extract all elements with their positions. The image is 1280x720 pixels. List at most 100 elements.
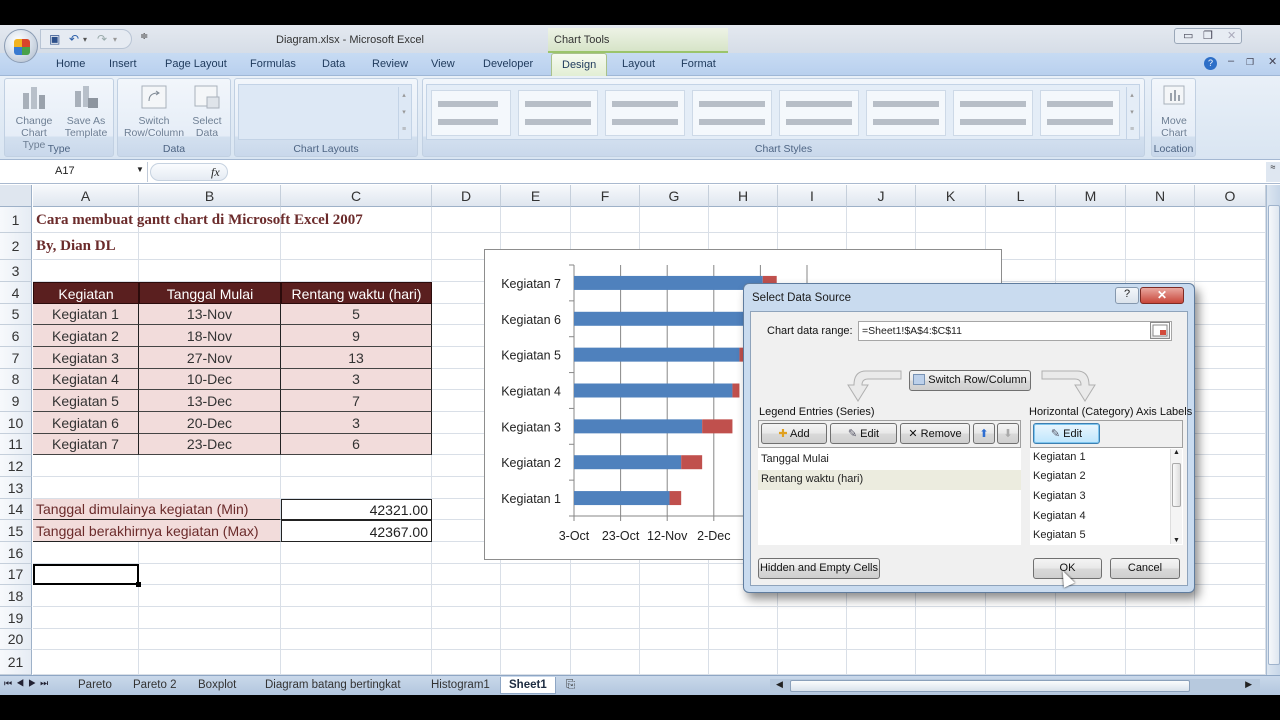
collapse-dialog-icon[interactable] — [1150, 322, 1170, 339]
undo-icon[interactable]: ↶ — [69, 32, 79, 46]
table-data-cell[interactable]: 3 — [281, 369, 432, 390]
tab-review[interactable]: Review — [372, 58, 408, 70]
hidden-empty-cells-button[interactable]: Hidden and Empty Cells — [758, 558, 880, 579]
restore-icon[interactable]: ❐ — [1203, 29, 1213, 42]
sheet-tab-boxplot[interactable]: Boxplot — [198, 677, 236, 694]
sheet-tab-diagram-batang-bertingkat[interactable]: Diagram batang bertingkat — [265, 677, 401, 694]
table-data-cell[interactable]: 27-Nov — [139, 347, 281, 369]
cell[interactable] — [571, 585, 640, 607]
chart-styles-gallery[interactable]: ▴ ▾ ≡ — [426, 84, 1140, 140]
table-data-cell[interactable]: Kegiatan 7 — [33, 434, 139, 455]
cell[interactable] — [501, 564, 571, 585]
axis-labels-scrollbar[interactable]: ▲ ▼ — [1170, 449, 1182, 544]
tab-home[interactable]: Home — [56, 58, 85, 70]
switch-row-column-button[interactable]: Switch Row/Column — [122, 83, 186, 139]
cell[interactable] — [571, 607, 640, 629]
cell[interactable] — [432, 650, 501, 675]
table-data-cell[interactable]: 13-Nov — [139, 304, 281, 325]
scroll-right-icon[interactable]: ▶ — [1245, 679, 1252, 690]
cell[interactable] — [1195, 369, 1266, 390]
cell[interactable] — [139, 564, 281, 585]
axis-label-item[interactable]: Kegiatan 1 — [1030, 448, 1183, 468]
cell[interactable] — [1195, 325, 1266, 347]
table-data-cell[interactable]: 13 — [281, 347, 432, 369]
cell[interactable] — [1195, 434, 1266, 455]
doc-minimize-icon[interactable]: – — [1228, 55, 1234, 67]
cell[interactable] — [709, 607, 778, 629]
cell[interactable] — [709, 207, 778, 233]
redo-icon[interactable]: ↷ — [97, 32, 107, 46]
cell[interactable] — [501, 207, 571, 233]
row-header[interactable]: 13 — [0, 477, 32, 499]
cell[interactable] — [640, 564, 709, 585]
table-data-cell[interactable]: 6 — [281, 434, 432, 455]
sheet-tab-histogram1[interactable]: Histogram1 — [431, 677, 490, 694]
cell[interactable] — [139, 455, 281, 477]
cell[interactable] — [139, 607, 281, 629]
row-header[interactable]: 14 — [0, 499, 32, 520]
cell[interactable] — [33, 542, 139, 564]
summary-value-cell[interactable]: 42367.00 — [281, 520, 432, 542]
horizontal-scrollbar[interactable]: ◀ ▶ — [770, 679, 1260, 693]
cell[interactable] — [139, 585, 281, 607]
edit-axis-labels-button[interactable]: ✎ Edit — [1033, 423, 1100, 444]
row-header[interactable]: 19 — [0, 607, 32, 629]
series-list-item[interactable]: Tanggal Mulai — [758, 450, 1021, 470]
cell[interactable] — [281, 542, 432, 564]
row-header[interactable]: 12 — [0, 455, 32, 477]
cell[interactable] — [916, 650, 986, 675]
cell[interactable] — [432, 207, 501, 233]
table-data-cell[interactable]: Kegiatan 6 — [33, 412, 139, 434]
tab-page-layout[interactable]: Page Layout — [165, 58, 227, 70]
row-header[interactable]: 8 — [0, 369, 32, 390]
change-chart-type-button[interactable]: Change Chart Type — [9, 83, 59, 151]
sheet-nav-arrows-icon[interactable]: ⏮◀▶⏭ — [4, 678, 52, 689]
cell[interactable] — [1056, 233, 1126, 260]
cell[interactable] — [1195, 282, 1266, 304]
table-data-cell[interactable]: Kegiatan 4 — [33, 369, 139, 390]
cell[interactable] — [1056, 207, 1126, 233]
summary-label-cell[interactable]: Tanggal berakhirnya kegiatan (Max) — [33, 520, 281, 542]
cell[interactable] — [33, 629, 139, 650]
table-data-cell[interactable]: 5 — [281, 304, 432, 325]
fill-handle[interactable] — [136, 582, 141, 587]
dialog-help-icon[interactable]: ? — [1115, 287, 1139, 304]
doc-restore-icon[interactable]: ❐ — [1246, 57, 1254, 68]
cell[interactable] — [640, 585, 709, 607]
cell[interactable] — [501, 607, 571, 629]
save-icon[interactable]: ▣ — [49, 32, 60, 46]
cell[interactable] — [1195, 347, 1266, 369]
row-header[interactable]: 18 — [0, 585, 32, 607]
cell[interactable] — [640, 207, 709, 233]
table-data-cell[interactable]: Kegiatan 5 — [33, 390, 139, 412]
table-data-cell[interactable]: Kegiatan 1 — [33, 304, 139, 325]
cell[interactable] — [571, 629, 640, 650]
formula-input[interactable] — [230, 162, 1265, 182]
move-chart-button[interactable]: Move Chart — [1149, 83, 1199, 139]
scroll-left-icon[interactable]: ◀ — [776, 679, 783, 690]
cell[interactable] — [432, 585, 501, 607]
cell[interactable] — [1195, 477, 1266, 499]
cell[interactable] — [986, 629, 1056, 650]
column-header[interactable]: L — [986, 185, 1056, 207]
cell[interactable] — [139, 477, 281, 499]
cell[interactable] — [778, 650, 847, 675]
column-header[interactable]: N — [1126, 185, 1195, 207]
cell[interactable] — [986, 607, 1056, 629]
select-data-button[interactable]: Select Data — [182, 83, 232, 139]
cell[interactable] — [139, 629, 281, 650]
cell[interactable] — [1195, 499, 1266, 520]
column-header[interactable]: A — [33, 185, 139, 207]
chart-style-thumb[interactable] — [779, 90, 859, 136]
tab-data[interactable]: Data — [322, 58, 345, 70]
gallery-scroll[interactable]: ▴ ▾ ≡ — [1126, 87, 1137, 139]
column-header[interactable]: E — [501, 185, 571, 207]
tab-view[interactable]: View — [431, 58, 455, 70]
cell[interactable] — [847, 607, 916, 629]
cell[interactable] — [1126, 650, 1195, 675]
cell[interactable] — [33, 455, 139, 477]
column-header[interactable]: J — [847, 185, 916, 207]
cell[interactable] — [847, 207, 916, 233]
row-header[interactable]: 5 — [0, 304, 32, 325]
customize-qat-icon[interactable]: ≑ — [140, 31, 148, 42]
